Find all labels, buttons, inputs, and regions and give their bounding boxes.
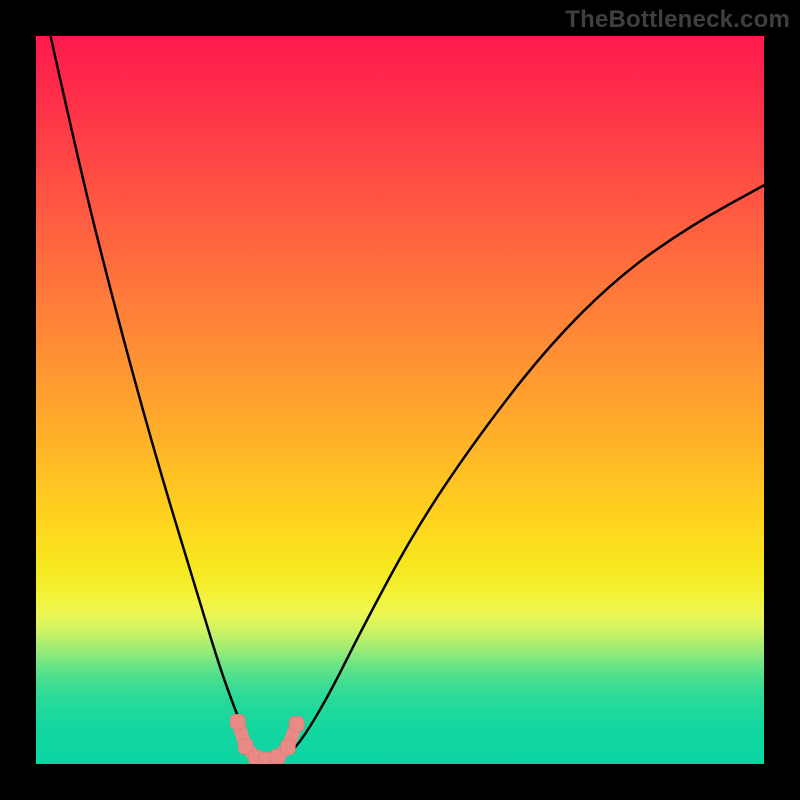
curve-layer (51, 36, 764, 759)
plot-area (36, 36, 764, 764)
valley-marker (289, 716, 304, 731)
bottleneck-curve-path (51, 36, 764, 759)
marker-layer (230, 714, 304, 764)
chart-frame: TheBottleneck.com (0, 0, 800, 800)
valley-marker (280, 740, 295, 755)
chart-svg (36, 36, 764, 764)
valley-marker (230, 714, 245, 729)
watermark-text: TheBottleneck.com (565, 6, 790, 34)
